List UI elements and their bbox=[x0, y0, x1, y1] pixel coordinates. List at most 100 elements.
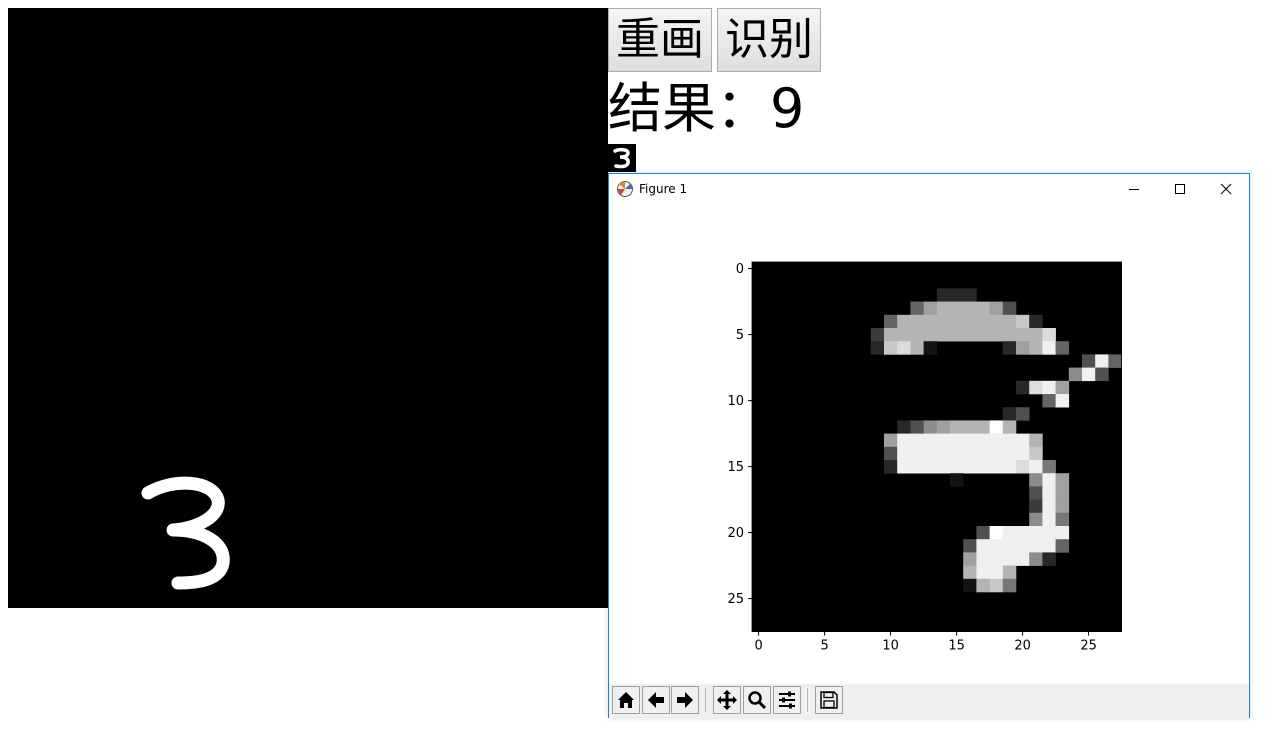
configure-subplots-button[interactable] bbox=[773, 686, 801, 714]
heatmap-cell bbox=[936, 460, 951, 474]
heatmap-cell bbox=[897, 460, 911, 474]
heatmap-cell bbox=[1082, 354, 1096, 368]
heatmap-cell bbox=[910, 460, 924, 474]
heatmap-cell bbox=[910, 446, 924, 461]
heatmap-cell bbox=[1002, 460, 1017, 474]
heatmap-cell bbox=[936, 288, 951, 302]
heatmap-cell bbox=[976, 565, 990, 580]
heatmap-cell bbox=[976, 420, 990, 434]
matplotlib-icon bbox=[616, 180, 634, 198]
toolbar-separator bbox=[807, 688, 808, 712]
heatmap-cell bbox=[897, 341, 911, 355]
home-icon bbox=[618, 692, 634, 708]
heatmap-cell bbox=[1002, 407, 1017, 421]
heatmap-cell bbox=[1055, 499, 1070, 514]
heatmap-cell bbox=[1002, 526, 1017, 540]
heatmap-cell bbox=[1042, 460, 1056, 474]
back-button[interactable] bbox=[642, 686, 670, 714]
zoom-icon bbox=[748, 691, 767, 710]
heatmap-cell bbox=[897, 314, 911, 329]
mnist-heatmap-chart: 0 5 10 15 20 25 0 5 10 15 20 25 bbox=[727, 261, 1123, 654]
heatmap-cell bbox=[1108, 354, 1122, 368]
heatmap-cell bbox=[950, 288, 964, 302]
heatmap-cell bbox=[1042, 526, 1056, 540]
heatmap-cell bbox=[910, 433, 924, 448]
zoom-button[interactable] bbox=[743, 686, 771, 714]
heatmap-cell bbox=[1016, 460, 1030, 474]
heatmap-cell bbox=[1016, 539, 1030, 553]
heatmap-cell bbox=[936, 328, 951, 342]
heatmap-cell bbox=[976, 526, 990, 540]
heatmap-cell bbox=[1082, 367, 1096, 382]
heatmap-cell bbox=[1016, 552, 1030, 566]
heatmap-cell bbox=[1055, 512, 1070, 527]
heatmap-cell bbox=[1042, 552, 1056, 566]
y-tick-label: 0 bbox=[736, 262, 744, 277]
heatmap-cell bbox=[1055, 473, 1070, 487]
heatmap-cell bbox=[1002, 433, 1017, 448]
navigation-toolbar bbox=[609, 684, 1249, 718]
heatmap-cell bbox=[1029, 433, 1043, 448]
heatmap-cell bbox=[1055, 486, 1070, 500]
heatmap-cell bbox=[1029, 552, 1043, 566]
heatmap-cell bbox=[897, 420, 911, 434]
x-tick-label: 15 bbox=[948, 639, 965, 654]
heatmap-cell bbox=[989, 433, 1004, 448]
heatmap-cell bbox=[884, 328, 898, 342]
heatmap-cell bbox=[1029, 526, 1043, 540]
heatmap-cell bbox=[1055, 380, 1070, 395]
heatmap-cell bbox=[910, 314, 924, 329]
heatmap-cell bbox=[1042, 473, 1056, 487]
figure-window: Figure 1 0 5 10 15 20 25 0 5 10 15 20 25 bbox=[608, 173, 1250, 718]
heatmap-cell bbox=[1029, 539, 1043, 553]
heatmap-cell bbox=[976, 446, 990, 461]
heatmap-cell bbox=[989, 552, 1004, 566]
heatmap-cell bbox=[1029, 314, 1043, 329]
heatmap-cell bbox=[897, 446, 911, 461]
configure-subplots-icon bbox=[779, 691, 795, 709]
minimize-button[interactable] bbox=[1111, 174, 1157, 204]
heatmap-cell bbox=[976, 460, 990, 474]
heatmap-cell bbox=[963, 288, 977, 302]
heatmap-cell bbox=[1002, 539, 1017, 553]
heatmap-cell bbox=[1095, 367, 1109, 382]
heatmap-cell bbox=[910, 420, 924, 434]
plot-area[interactable]: 0 5 10 15 20 25 0 5 10 15 20 25 bbox=[609, 204, 1249, 684]
heatmap-cell bbox=[976, 433, 990, 448]
close-button[interactable] bbox=[1203, 174, 1249, 204]
heatmap-cell bbox=[963, 420, 977, 434]
forward-arrow-icon bbox=[677, 692, 693, 708]
x-tick-label: 25 bbox=[1080, 639, 1097, 654]
heatmap-cell bbox=[989, 328, 1004, 342]
heatmap-cell bbox=[963, 328, 977, 342]
drawing-canvas[interactable] bbox=[8, 8, 608, 608]
y-tick-label: 20 bbox=[727, 526, 744, 541]
heatmap-cell bbox=[976, 328, 990, 342]
handwritten-digit-stroke bbox=[141, 476, 230, 590]
heatmap-cell bbox=[976, 301, 990, 316]
save-button[interactable] bbox=[815, 686, 843, 714]
redraw-button[interactable]: 重画 bbox=[608, 8, 712, 72]
heatmap-cell bbox=[1055, 539, 1070, 553]
heatmap-cell bbox=[963, 552, 977, 566]
heatmap-cell bbox=[923, 460, 938, 474]
forward-button[interactable] bbox=[671, 686, 699, 714]
heatmap-cell bbox=[910, 301, 924, 316]
pan-button[interactable] bbox=[713, 686, 741, 714]
heatmap-cell bbox=[910, 328, 924, 342]
heatmap-cell bbox=[989, 420, 1004, 434]
window-titlebar[interactable]: Figure 1 bbox=[609, 174, 1249, 204]
heatmap-cell bbox=[1042, 499, 1056, 514]
x-tick-label: 20 bbox=[1014, 639, 1031, 654]
toolbar-separator bbox=[705, 688, 706, 712]
home-button[interactable] bbox=[612, 686, 640, 714]
recognize-button[interactable]: 识别 bbox=[717, 8, 821, 72]
heatmap-cell bbox=[884, 341, 898, 355]
heatmap-cell bbox=[936, 446, 951, 461]
window-title: Figure 1 bbox=[639, 182, 688, 196]
maximize-button[interactable] bbox=[1157, 174, 1203, 204]
heatmap-cell bbox=[1016, 328, 1030, 342]
heatmap-cell bbox=[1016, 526, 1030, 540]
minimize-icon bbox=[1129, 189, 1139, 190]
x-tick-label: 5 bbox=[820, 639, 828, 654]
